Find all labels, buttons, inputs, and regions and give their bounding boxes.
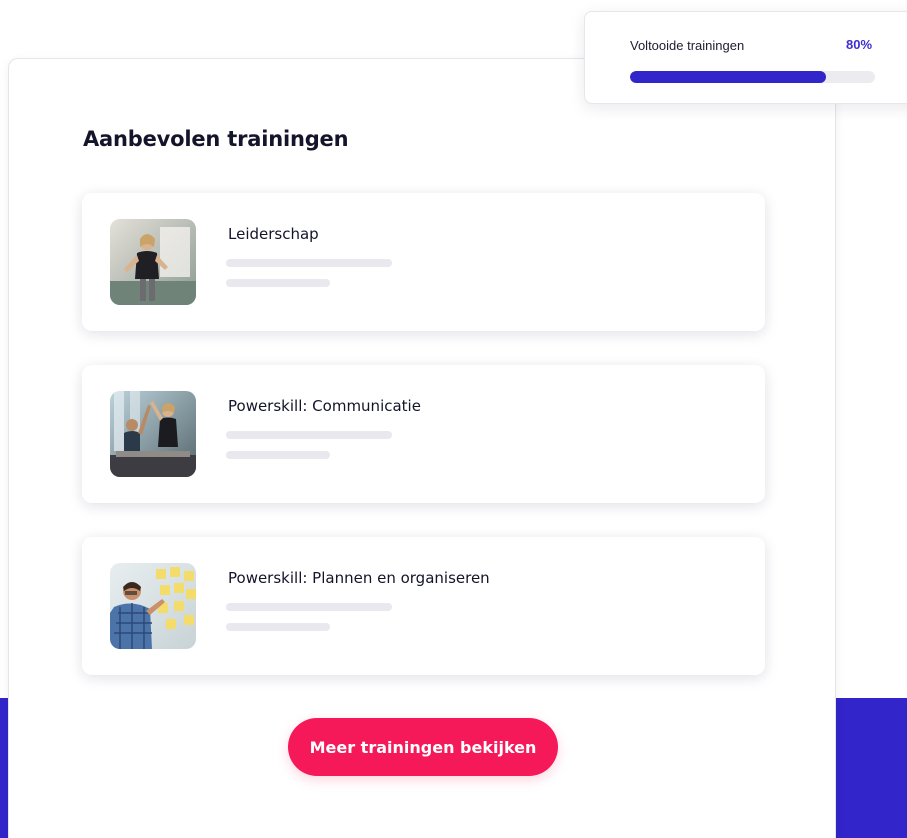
training-card-communicatie[interactable]: Powerskill: Communicatie — [82, 365, 765, 503]
training-title: Leiderschap — [228, 225, 319, 243]
team-high-five-photo-icon — [110, 391, 196, 477]
training-thumbnail — [110, 391, 196, 477]
placeholder-line — [226, 603, 392, 611]
sticky-notes-photo-icon — [110, 563, 196, 649]
training-title: Powerskill: Plannen en organiseren — [228, 569, 490, 587]
view-more-trainings-button[interactable]: Meer trainingen bekijken — [288, 718, 558, 776]
completed-trainings-widget: Voltooide trainingen 80% — [584, 11, 907, 104]
page: Aanbevolen trainingen Leiderschap Powers… — [0, 0, 907, 838]
progress-track — [630, 71, 875, 83]
presenter-photo-icon — [110, 219, 196, 305]
placeholder-line — [226, 279, 330, 287]
training-thumbnail — [110, 219, 196, 305]
placeholder-line — [226, 451, 330, 459]
progress-fill — [630, 71, 826, 83]
section-title: Aanbevolen trainingen — [83, 127, 349, 151]
placeholder-line — [226, 623, 330, 631]
training-title: Powerskill: Communicatie — [228, 397, 421, 415]
placeholder-line — [226, 431, 392, 439]
progress-percentage: 80% — [846, 37, 873, 52]
training-thumbnail — [110, 563, 196, 649]
progress-label: Voltooide trainingen — [630, 38, 745, 53]
training-card-leiderschap[interactable]: Leiderschap — [82, 193, 765, 331]
training-card-plannen[interactable]: Powerskill: Plannen en organiseren — [82, 537, 765, 675]
recommended-trainings-panel: Aanbevolen trainingen Leiderschap Powers… — [8, 58, 836, 838]
placeholder-line — [226, 259, 392, 267]
